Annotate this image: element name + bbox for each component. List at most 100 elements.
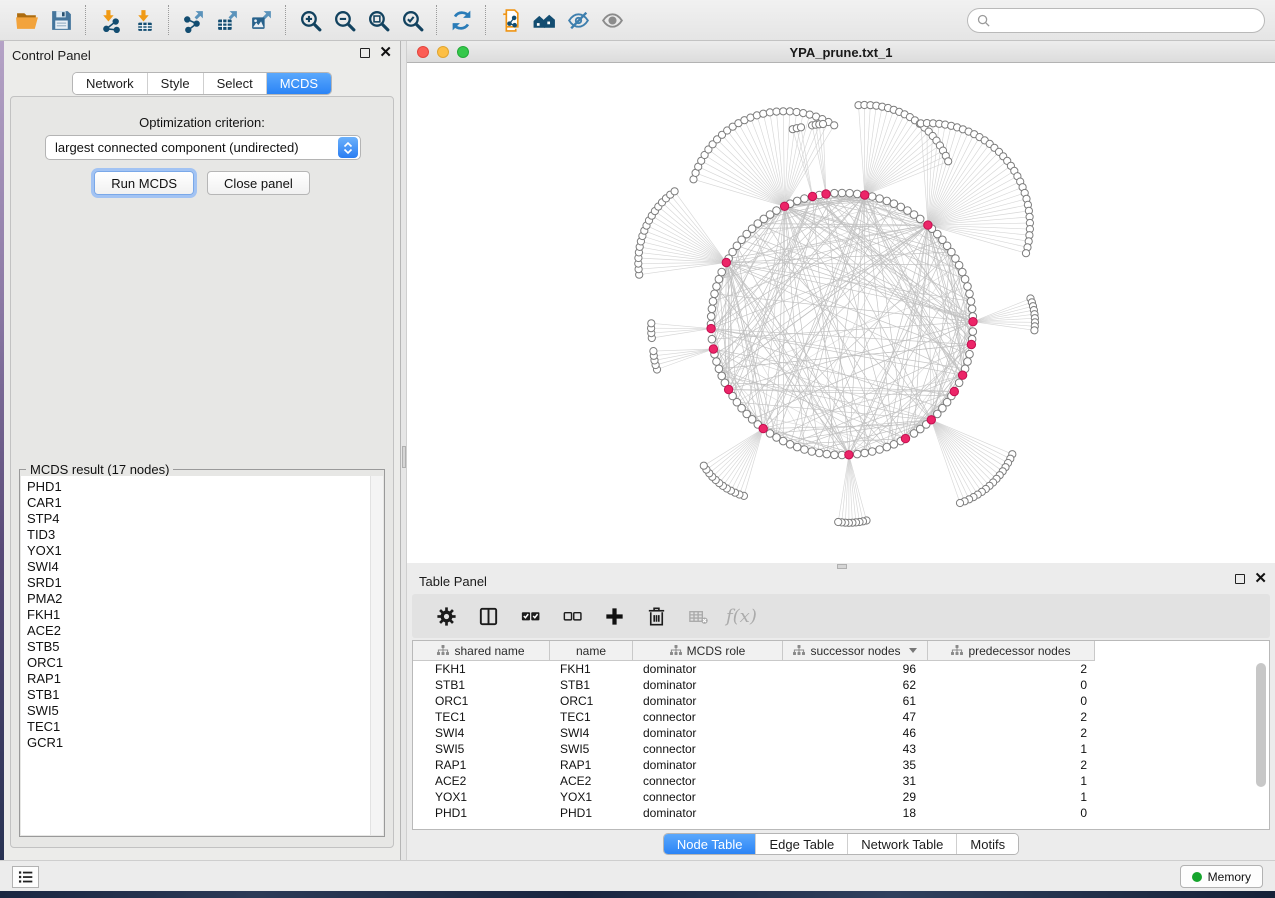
criterion-dropdown[interactable]: largest connected component (undirected): [45, 135, 361, 160]
export-table-button[interactable]: [210, 4, 244, 36]
home-networks-button[interactable]: [527, 4, 561, 36]
function-builder-button[interactable]: f(x): [726, 606, 757, 627]
add-column-button[interactable]: [600, 602, 628, 630]
memory-status-icon: [1192, 872, 1202, 882]
table-scrollbar-thumb[interactable]: [1256, 663, 1266, 787]
table-panel-header: Table Panel ✕: [407, 570, 1275, 592]
result-item[interactable]: SRD1: [21, 575, 383, 591]
table-settings-button[interactable]: [432, 602, 460, 630]
table-row[interactable]: YOX1YOX1connector291: [413, 789, 1269, 805]
import-network-button[interactable]: [93, 4, 127, 36]
table-row[interactable]: ACE2ACE2connector311: [413, 773, 1269, 789]
delete-column-button[interactable]: [642, 602, 670, 630]
result-item[interactable]: SWI5: [21, 703, 383, 719]
refresh-layout-button[interactable]: [444, 4, 478, 36]
splitter-handle[interactable]: [837, 564, 847, 569]
result-item[interactable]: GCR1: [21, 735, 383, 751]
share-network-button[interactable]: [493, 4, 527, 36]
table-tab-edge-table[interactable]: Edge Table: [755, 834, 847, 854]
criterion-value: largest connected component (undirected): [46, 140, 338, 155]
close-panel-button[interactable]: Close panel: [207, 171, 310, 195]
network-canvas[interactable]: [407, 63, 1275, 563]
cell-successor-nodes: 31: [783, 774, 928, 788]
table-row[interactable]: SWI4SWI4dominator462: [413, 725, 1269, 741]
open-session-button[interactable]: [10, 4, 44, 36]
select-all-button[interactable]: [516, 602, 544, 630]
memory-button[interactable]: Memory: [1180, 865, 1263, 888]
column-header-predecessor-nodes[interactable]: predecessor nodes: [928, 641, 1095, 661]
horizontal-splitter[interactable]: [407, 563, 1275, 570]
result-item[interactable]: TID3: [21, 527, 383, 543]
float-panel-icon[interactable]: [360, 48, 370, 58]
global-search[interactable]: [967, 8, 1265, 33]
table-row[interactable]: PHD1PHD1dominator180: [413, 805, 1269, 821]
status-bar: Memory: [0, 860, 1275, 891]
delete-table-button[interactable]: [684, 602, 712, 630]
result-list-scrollbar[interactable]: [370, 476, 383, 835]
table-tab-network-table[interactable]: Network Table: [847, 834, 956, 854]
float-panel-icon[interactable]: [1235, 574, 1245, 584]
cell-name: YOX1: [550, 790, 633, 804]
close-panel-icon[interactable]: ✕: [379, 48, 392, 58]
zoom-in-button[interactable]: [293, 4, 327, 36]
result-item[interactable]: SWI4: [21, 559, 383, 575]
zoom-selected-button[interactable]: [395, 4, 429, 36]
show-visual-properties-button[interactable]: [595, 4, 629, 36]
unchecked-boxes-icon: [561, 605, 584, 628]
unselect-all-button[interactable]: [558, 602, 586, 630]
result-item[interactable]: FKH1: [21, 607, 383, 623]
zoom-out-button[interactable]: [327, 4, 361, 36]
result-item[interactable]: PHD1: [21, 479, 383, 495]
tab-select[interactable]: Select: [203, 73, 266, 94]
result-item[interactable]: ACE2: [21, 623, 383, 639]
column-header-mcds-role[interactable]: MCDS role: [633, 641, 783, 661]
column-header-shared-name[interactable]: shared name: [413, 641, 550, 661]
table-row[interactable]: SWI5SWI5connector431: [413, 741, 1269, 757]
zoom-fit-button[interactable]: [361, 4, 395, 36]
mcds-result-list[interactable]: PHD1CAR1STP4TID3YOX1SWI4SRD1PMA2FKH1ACE2…: [21, 476, 383, 835]
vertical-splitter[interactable]: [400, 41, 407, 860]
import-table-button[interactable]: [127, 4, 161, 36]
splitter-handle[interactable]: [402, 446, 406, 468]
zoom-in-icon: [298, 8, 323, 33]
tab-style[interactable]: Style: [147, 73, 203, 94]
result-item[interactable]: STB1: [21, 687, 383, 703]
show-columns-button[interactable]: [474, 602, 502, 630]
export-network-button[interactable]: [176, 4, 210, 36]
result-item[interactable]: CAR1: [21, 495, 383, 511]
run-mcds-button[interactable]: Run MCDS: [94, 171, 194, 195]
table-row[interactable]: STB1STB1dominator620: [413, 677, 1269, 693]
result-item[interactable]: ORC1: [21, 655, 383, 671]
optimization-criterion-label: Optimization criterion:: [11, 115, 393, 130]
result-item[interactable]: PMA2: [21, 591, 383, 607]
table-row[interactable]: FKH1FKH1dominator962: [413, 661, 1269, 677]
result-item[interactable]: TEC1: [21, 719, 383, 735]
table-tab-motifs[interactable]: Motifs: [956, 834, 1018, 854]
task-history-button[interactable]: [12, 866, 39, 888]
result-item[interactable]: STP4: [21, 511, 383, 527]
cell-mcds-role: dominator: [633, 662, 783, 676]
table-row[interactable]: RAP1RAP1dominator352: [413, 757, 1269, 773]
column-header-name[interactable]: name: [550, 641, 633, 661]
column-header-successor-nodes[interactable]: successor nodes: [783, 641, 928, 661]
cell-mcds-role: dominator: [633, 694, 783, 708]
right-workspace: YPA_prune.txt_1 Table Panel ✕: [407, 41, 1275, 860]
export-image-button[interactable]: [244, 4, 278, 36]
table-scrollbar[interactable]: [1255, 663, 1267, 827]
table-row[interactable]: ORC1ORC1dominator610: [413, 693, 1269, 709]
tab-mcds[interactable]: MCDS: [266, 73, 331, 94]
close-panel-icon[interactable]: ✕: [1254, 574, 1267, 584]
gear-icon: [435, 605, 458, 628]
node-table[interactable]: shared namenameMCDS rolesuccessor nodesp…: [412, 640, 1270, 830]
tab-network[interactable]: Network: [73, 73, 147, 94]
table-tab-node-table[interactable]: Node Table: [664, 834, 756, 854]
result-item[interactable]: YOX1: [21, 543, 383, 559]
hide-visual-properties-button[interactable]: [561, 4, 595, 36]
result-item[interactable]: STB5: [21, 639, 383, 655]
result-item[interactable]: RAP1: [21, 671, 383, 687]
network-graph[interactable]: [407, 63, 1275, 563]
save-session-button[interactable]: [44, 4, 78, 36]
table-row[interactable]: TEC1TEC1connector472: [413, 709, 1269, 725]
search-input[interactable]: [996, 13, 1264, 28]
cell-predecessor-nodes: 0: [928, 678, 1095, 692]
